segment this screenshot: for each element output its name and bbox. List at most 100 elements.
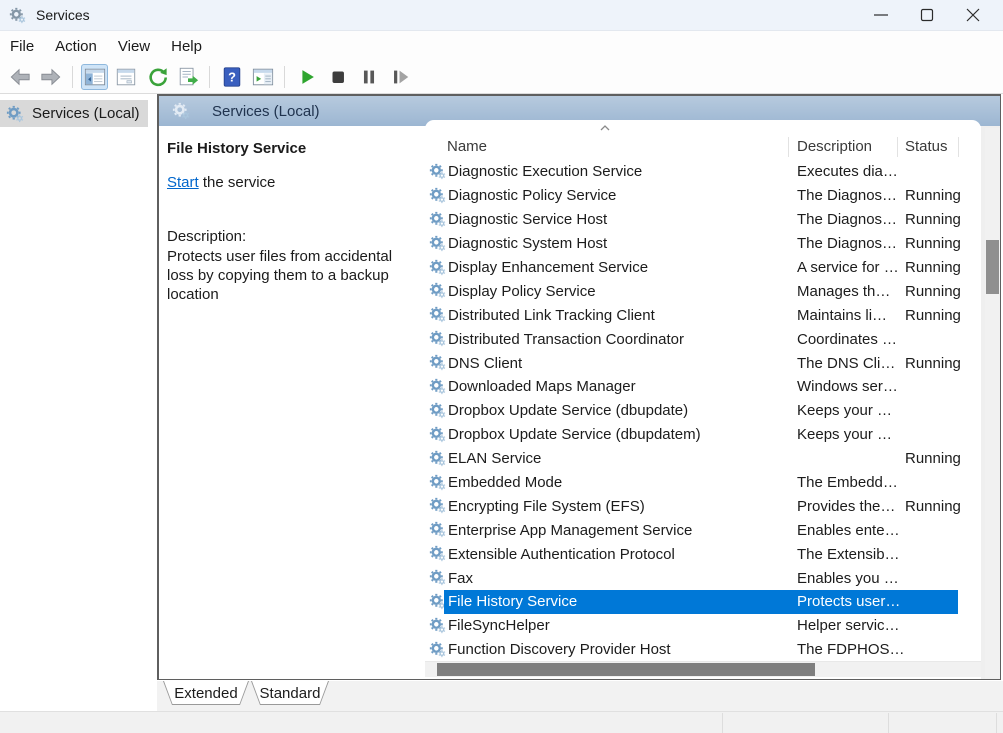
row-body[interactable]: Diagnostic Policy ServiceThe Diagnos…Run… xyxy=(444,184,958,208)
table-row[interactable]: Function Discovery Provider HostThe FDPH… xyxy=(425,638,981,661)
table-row[interactable]: Diagnostic System HostThe Diagnos…Runnin… xyxy=(425,232,981,256)
row-body[interactable]: Display Policy ServiceManages th…Running xyxy=(444,279,958,303)
menu-file[interactable]: File xyxy=(10,38,34,55)
export-list-button[interactable] xyxy=(174,64,201,90)
tab-extended[interactable]: Extended xyxy=(163,681,249,705)
cell-status: Running xyxy=(905,256,975,280)
cell-description: The DNS Cli… xyxy=(797,351,903,375)
row-body[interactable]: Function Discovery Provider HostThe FDPH… xyxy=(444,638,958,661)
menu-view[interactable]: View xyxy=(118,38,150,55)
row-body[interactable]: ELAN ServiceRunning xyxy=(444,447,958,471)
table-row[interactable]: Embedded ModeThe Embedd… xyxy=(425,471,981,495)
table-row[interactable]: Dropbox Update Service (dbupdatem)Keeps … xyxy=(425,423,981,447)
row-body[interactable]: Diagnostic Execution ServiceExecutes dia… xyxy=(444,160,958,184)
console-tree-panel: Services (Local) xyxy=(0,94,157,712)
refresh-button[interactable] xyxy=(143,64,170,90)
column-separator[interactable] xyxy=(958,137,959,157)
vertical-scrollbar-thumb[interactable] xyxy=(986,240,999,294)
horizontal-scrollbar[interactable] xyxy=(425,661,981,677)
row-body[interactable]: FileSyncHelperHelper servic… xyxy=(444,614,958,638)
forward-button[interactable] xyxy=(37,64,64,90)
close-button[interactable] xyxy=(950,0,996,30)
forward-icon xyxy=(40,66,62,88)
table-row[interactable]: FaxEnables you … xyxy=(425,566,981,590)
table-row[interactable]: Diagnostic Execution ServiceExecutes dia… xyxy=(425,160,981,184)
cell-name: Diagnostic Policy Service xyxy=(448,184,794,208)
table-row[interactable]: Extensible Authentication ProtocolThe Ex… xyxy=(425,542,981,566)
row-body[interactable]: Downloaded Maps ManagerWindows ser… xyxy=(444,375,958,399)
table-row[interactable]: Display Policy ServiceManages th…Running xyxy=(425,279,981,303)
services-content-pane: Services (Local) File History Service St… xyxy=(157,94,1001,680)
restart-service-button[interactable] xyxy=(386,64,413,90)
service-action-suffix: the service xyxy=(199,174,276,191)
table-row[interactable]: Distributed Transaction CoordinatorCoord… xyxy=(425,327,981,351)
row-body[interactable]: Dropbox Update Service (dbupdatem)Keeps … xyxy=(444,423,958,447)
row-body[interactable]: Display Enhancement ServiceA service for… xyxy=(444,256,958,280)
table-row[interactable]: Enterprise App Management ServiceEnables… xyxy=(425,518,981,542)
cell-description xyxy=(797,447,903,471)
cell-name: ELAN Service xyxy=(448,447,794,471)
cell-description: Helper servic… xyxy=(797,614,903,638)
selected-row-body[interactable]: File History ServiceProtects user… xyxy=(444,590,958,614)
services-list-rows: Diagnostic Execution ServiceExecutes dia… xyxy=(425,160,981,661)
table-row[interactable]: Diagnostic Policy ServiceThe Diagnos…Run… xyxy=(425,184,981,208)
row-body[interactable]: Diagnostic System HostThe Diagnos…Runnin… xyxy=(444,232,958,256)
cell-name: Diagnostic Service Host xyxy=(448,208,794,232)
vertical-scrollbar[interactable] xyxy=(985,128,1000,679)
row-body[interactable]: Extensible Authentication ProtocolThe Ex… xyxy=(444,542,958,566)
table-row[interactable]: Display Enhancement ServiceA service for… xyxy=(425,256,981,280)
row-body[interactable]: Encrypting File System (EFS)Provides the… xyxy=(444,494,958,518)
show-action-pane-button[interactable] xyxy=(249,64,276,90)
table-row[interactable]: Dropbox Update Service (dbupdate)Keeps y… xyxy=(425,399,981,423)
table-row[interactable]: DNS ClientThe DNS Cli…Running xyxy=(425,351,981,375)
menu-help[interactable]: Help xyxy=(171,38,202,55)
menu-action[interactable]: Action xyxy=(55,38,97,55)
column-separator[interactable] xyxy=(897,137,898,157)
back-button[interactable] xyxy=(6,64,33,90)
services-app-icon xyxy=(9,7,26,24)
tab-standard[interactable]: Standard xyxy=(251,681,329,705)
column-header-name[interactable]: Name xyxy=(447,134,487,160)
table-row[interactable]: File History ServiceProtects user… xyxy=(425,590,981,614)
table-row[interactable]: Downloaded Maps ManagerWindows ser… xyxy=(425,375,981,399)
maximize-button[interactable] xyxy=(904,0,950,30)
cell-name: File History Service xyxy=(448,590,794,614)
help-button[interactable]: ? xyxy=(218,64,245,90)
cell-description: Enables ente… xyxy=(797,518,903,542)
row-body[interactable]: Enterprise App Management ServiceEnables… xyxy=(444,518,958,542)
row-body[interactable]: Diagnostic Service HostThe Diagnos…Runni… xyxy=(444,208,958,232)
row-body[interactable]: FaxEnables you … xyxy=(444,566,958,590)
row-body[interactable]: DNS ClientThe DNS Cli…Running xyxy=(444,351,958,375)
cell-description: Manages th… xyxy=(797,279,903,303)
table-row[interactable]: Diagnostic Service HostThe Diagnos…Runni… xyxy=(425,208,981,232)
column-separator[interactable] xyxy=(788,137,789,157)
start-service-button[interactable] xyxy=(293,64,320,90)
column-header-description[interactable]: Description xyxy=(797,134,872,160)
start-service-link[interactable]: Start xyxy=(167,174,199,191)
row-body[interactable]: Dropbox Update Service (dbupdate)Keeps y… xyxy=(444,399,958,423)
table-row[interactable]: Encrypting File System (EFS)Provides the… xyxy=(425,494,981,518)
row-body[interactable]: Distributed Transaction CoordinatorCoord… xyxy=(444,327,958,351)
table-row[interactable]: ELAN ServiceRunning xyxy=(425,447,981,471)
properties-button[interactable] xyxy=(112,64,139,90)
pause-service-button[interactable] xyxy=(355,64,382,90)
stop-service-button[interactable] xyxy=(324,64,351,90)
cell-status: Running xyxy=(905,232,975,256)
cell-name: DNS Client xyxy=(448,351,794,375)
show-console-tree-button[interactable] xyxy=(81,64,108,90)
minimize-button[interactable] xyxy=(858,0,904,30)
close-icon xyxy=(964,6,982,24)
column-header-status[interactable]: Status xyxy=(905,134,948,160)
row-body[interactable]: Embedded ModeThe Embedd… xyxy=(444,471,958,495)
cell-status: Running xyxy=(905,303,975,327)
horizontal-scrollbar-thumb[interactable] xyxy=(437,663,815,676)
window-title: Services xyxy=(36,7,90,23)
export-list-icon xyxy=(177,66,199,88)
tree-item-services-local[interactable]: Services (Local) xyxy=(0,100,148,127)
row-body[interactable]: Distributed Link Tracking ClientMaintain… xyxy=(444,303,958,327)
table-row[interactable]: FileSyncHelperHelper servic… xyxy=(425,614,981,638)
selected-service-name: File History Service xyxy=(167,140,419,157)
service-action-line: Start the service xyxy=(167,174,419,191)
cell-name: Function Discovery Provider Host xyxy=(448,638,794,661)
table-row[interactable]: Distributed Link Tracking ClientMaintain… xyxy=(425,303,981,327)
